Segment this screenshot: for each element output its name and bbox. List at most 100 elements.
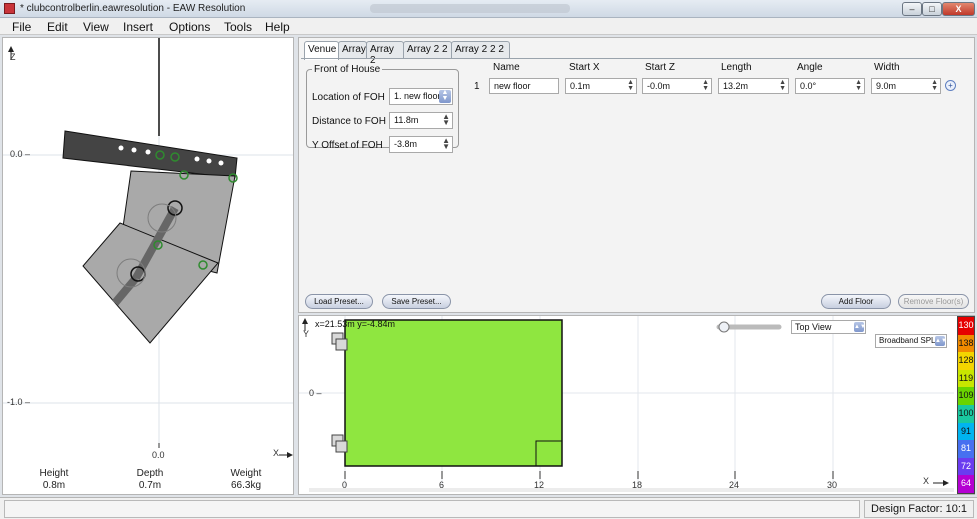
height-value: 0.8m [42,480,66,491]
menu-tools[interactable]: Tools [224,20,252,34]
floor-width-field[interactable]: 9.0m ▲ ▼ [871,78,941,94]
weight-label: Weight [230,468,262,479]
weight-value: 66.3kg [230,480,262,491]
x-tick-label: 6 [439,480,445,490]
tab-array-2-2[interactable]: Array 2 2 [403,41,452,58]
close-button[interactable]: X [942,2,975,16]
status-bar: Design Factor: 10:1 [0,497,977,519]
floor-row-index: 1 [474,81,480,92]
floor-angle-field[interactable]: 0.0° ▲ ▼ [795,78,865,94]
x-tick-label: 30 [827,480,838,490]
column-start-x: Start X [569,62,600,73]
tick-label-minus-1: -1.0 – [7,397,31,407]
stepper-arrows-icon[interactable]: ▲ ▼ [442,137,450,151]
view-select[interactable]: Top View ▲▼ [791,320,866,334]
depth-value: 0.7m [138,480,162,491]
add-row-icon[interactable]: + [945,80,956,91]
x-tick-label: 12 [534,480,545,490]
foh-location-value: 1. new floor [394,91,441,101]
maximize-button[interactable]: □ [922,2,942,16]
stepper-arrows-icon[interactable]: ▲ ▼ [931,79,938,92]
menu-file[interactable]: File [12,20,31,34]
scale-step: 119 [958,369,974,388]
foh-legend: Front of House [314,64,381,75]
stepper-arrows-icon[interactable]: ▲ ▼ [779,79,786,92]
scale-step: 81 [958,440,974,458]
title-bar: * clubcontrolberlin.eawresolution - EAW … [0,0,977,18]
menu-view[interactable]: View [83,20,109,34]
save-preset-button[interactable]: Save Preset... [382,294,451,309]
scale-step: 130 [958,317,974,335]
tab-divider [301,58,972,59]
tab-array-2-2-2[interactable]: Array 2 2 2 [451,41,510,58]
column-start-z: Start Z [645,62,676,73]
menu-insert[interactable]: Insert [123,20,153,34]
scale-step: 128 [958,352,974,370]
plan-view-panel[interactable]: x=21.53m y=-4.84m Y 0 – 0 6 12 18 24 30 … [298,315,975,495]
load-preset-button[interactable]: Load Preset... [305,294,373,309]
foh-yoffset-field[interactable]: -3.8m ▲ ▼ [389,136,453,153]
tick-label-0: 0.0 – [10,149,31,159]
dropdown-arrows-icon: ▲▼ [935,336,947,346]
tab-array-2[interactable]: Array 2 [366,41,404,66]
window-title: * clubcontrolberlin.eawresolution - EAW … [20,3,246,14]
stepper-arrows-icon[interactable]: ▲ ▼ [627,79,634,92]
menu-help[interactable]: Help [265,20,290,34]
z-axis-label: Z [10,52,16,62]
foh-yoffset-label: Y Offset of FOH [312,140,383,151]
scale-step: 109 [958,387,974,405]
column-width: Width [874,62,900,73]
scale-step: 100 [958,404,974,423]
minimize-button[interactable]: ‒ [902,2,922,16]
floor-width-value: 9.0m [876,81,897,91]
stepper-arrows-icon[interactable]: ▲ ▼ [702,79,709,92]
app-icon [4,3,15,14]
foh-distance-field[interactable]: 11.8m ▲ ▼ [389,112,453,129]
foh-location-select[interactable]: 1. new floor ▲ ▼ [389,88,453,105]
floor-start-z-field[interactable]: -0.0m ▲ ▼ [642,78,712,94]
spl-color-scale: 130 138 128 119 109 100 91 81 72 64 [957,316,975,494]
depth-label: Depth [136,468,164,479]
metric-select[interactable]: Broadband SPL C ▲▼ [875,334,947,348]
floor-length-field[interactable]: 13.2m ▲ ▼ [718,78,789,94]
floor-start-x-field[interactable]: 0.1m ▲ ▼ [565,78,637,94]
menu-options[interactable]: Options [169,20,210,34]
column-name: Name [493,62,520,73]
plan-view-canvas[interactable] [299,316,954,494]
foh-distance-value: 11.8m [394,115,419,125]
speaker-array [62,130,238,344]
foh-distance-label: Distance to FOH [312,116,386,127]
y-tick-label-0: 0 – [309,388,322,398]
status-message-area [4,500,860,518]
y-axis-label: Y [303,329,310,339]
blurred-title-region [370,4,570,13]
metric-select-value: Broadband SPL C [879,336,944,345]
foh-yoffset-value: -3.8m [394,139,418,149]
menu-edit[interactable]: Edit [47,20,68,34]
tab-array[interactable]: Array [338,41,367,58]
scale-step: 72 [958,457,974,476]
floor-name-value: new floor [494,81,531,91]
coordinate-readout: x=21.53m y=-4.84m [315,319,396,329]
zoom-slider-handle [718,321,730,333]
design-factor-readout: Design Factor: 10:1 [864,500,974,518]
view-select-value: Top View [795,322,832,332]
dropdown-arrows-icon: ▲▼ [439,89,451,103]
x-tick-label: 18 [632,480,643,490]
floor-name-input[interactable]: new floor [489,78,559,94]
stepper-arrows-icon[interactable]: ▲ ▼ [442,113,450,127]
stepper-arrows-icon[interactable]: ▲ ▼ [855,79,862,92]
floor-start-x-value: 0.1m [570,81,591,91]
foh-location-label: Location of FOH [312,92,385,103]
side-view-panel[interactable]: Z 0.0 – -1.0 – 0.0 X Height 0.8m Depth 0… [2,37,294,495]
floor-spl-map [344,319,563,467]
x-axis-arrowhead [287,452,293,458]
remove-floors-button: Remove Floor(s) [898,294,969,309]
x-tick-label: 24 [729,480,740,490]
venue-panel: Venue Array Array 2 Array 2 2 Array 2 2 … [298,37,975,313]
floor-start-z-value: -0.0m [647,81,671,91]
add-floor-button[interactable]: Add Floor [821,294,891,309]
x-axis-label: X [273,448,280,458]
column-angle: Angle [797,62,823,73]
side-view-canvas[interactable] [3,38,293,494]
